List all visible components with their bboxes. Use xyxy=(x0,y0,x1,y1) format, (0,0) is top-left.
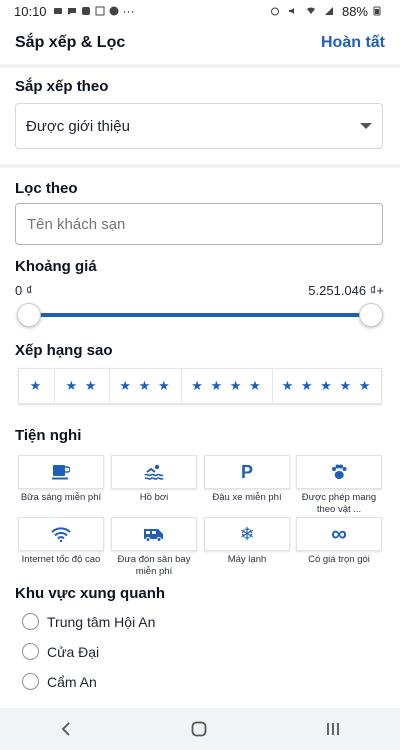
mute-icon xyxy=(288,8,294,14)
amenity-label: Hồ bơi xyxy=(139,492,169,503)
amenity-free-breakfast[interactable]: Bữa sáng miễn phí xyxy=(18,455,104,504)
parking-icon: P xyxy=(240,461,253,482)
amenity-air-conditioning[interactable]: ❄ Máy lạnh xyxy=(204,517,290,566)
sort-section: Sắp xếp theo Được giới thiệu xyxy=(0,68,400,164)
notification-icon xyxy=(53,8,62,14)
coffee-icon xyxy=(52,465,70,480)
sort-selected-value: Được giới thiệu xyxy=(26,117,130,135)
radio-label: Cửa Đại xyxy=(47,643,100,660)
battery-icon xyxy=(373,6,381,16)
done-button[interactable]: Hoàn tất xyxy=(321,34,385,52)
area-option-cam-an[interactable]: Cẩm An xyxy=(22,673,97,690)
amenity-free-parking[interactable]: P Đậu xe miễn phí xyxy=(204,455,290,504)
area-option-cua-dai[interactable]: Cửa Đại xyxy=(22,643,99,660)
sort-dropdown[interactable]: Được giới thiệu xyxy=(15,103,383,149)
hotel-name-input[interactable] xyxy=(15,203,383,245)
chevron-down-icon xyxy=(360,123,372,129)
area-title: Khu vực xung quanh xyxy=(15,585,166,602)
star-option-2[interactable]: ★ ★ xyxy=(55,369,110,403)
radio-button[interactable] xyxy=(22,643,39,660)
star-rating-options: ★ ★ ★ ★ ★ ★ ★ ★ ★ ★ ★ ★ ★ ★ ★ xyxy=(18,368,382,404)
price-title: Khoảng giá xyxy=(15,258,97,275)
amenities-title: Tiện nghi xyxy=(15,427,82,444)
price-slider-track[interactable] xyxy=(28,313,372,317)
amenity-all-inclusive[interactable]: ∞ Có giá trọn gói xyxy=(296,517,382,566)
more-notifications-icon: ··· xyxy=(122,4,135,18)
signal-icon xyxy=(324,7,333,15)
radio-label: Cẩm An xyxy=(47,673,97,690)
radio-button[interactable] xyxy=(22,613,39,630)
wifi-icon xyxy=(51,527,71,542)
home-icon[interactable] xyxy=(191,721,207,737)
radio-label: Trung tâm Hội An xyxy=(47,613,156,630)
amenity-pets-allowed[interactable]: Được phép mang theo vật ... xyxy=(296,455,382,516)
system-nav-bar xyxy=(0,708,400,750)
amenity-label: Có giá trọn gói xyxy=(308,554,370,565)
amenity-label: Bữa sáng miễn phí xyxy=(20,492,102,503)
pool-icon xyxy=(144,464,164,480)
status-time: 10:10 xyxy=(14,3,47,19)
filter-section: Lọc theo Khoảng giá 0 ₫ 5.251.046 ₫+ Xếp… xyxy=(0,168,400,708)
back-icon[interactable] xyxy=(59,722,73,736)
battery-percent: 88% xyxy=(341,3,368,19)
amenity-pool[interactable]: Hồ bơi xyxy=(111,455,197,504)
message-icon xyxy=(67,8,76,15)
sort-title: Sắp xếp theo xyxy=(15,78,109,95)
paw-icon xyxy=(332,464,347,479)
price-max-label: 5.251.046 ₫+ xyxy=(308,283,384,298)
snowflake-icon: ❄ xyxy=(239,524,255,544)
status-bar: 10:10 ··· 88% xyxy=(0,0,400,22)
facebook-icon xyxy=(109,6,119,16)
star-option-1[interactable]: ★ xyxy=(19,369,55,403)
amenity-airport-shuttle[interactable]: Đưa đón sân bay miễn phí xyxy=(111,517,197,578)
amenity-high-speed-internet[interactable]: Internet tốc độ cao xyxy=(18,517,104,566)
area-option-hoi-an-center[interactable]: Trung tâm Hội An xyxy=(22,613,155,630)
star-rating-title: Xếp hạng sao xyxy=(15,342,113,359)
shuttle-icon xyxy=(144,528,163,542)
amenity-label: Máy lạnh xyxy=(227,554,267,565)
top-bar: Sắp xếp & Lọc Hoàn tất xyxy=(0,22,400,64)
star-option-4[interactable]: ★ ★ ★ ★ xyxy=(182,369,273,403)
star-option-3[interactable]: ★ ★ ★ xyxy=(110,369,182,403)
amenity-label: Được phép mang theo vật ... xyxy=(301,492,377,515)
wifi-status-icon xyxy=(306,7,315,14)
page-title: Sắp xếp & Lọc xyxy=(15,34,126,51)
recent-apps-icon[interactable] xyxy=(325,722,341,736)
amenity-label: Internet tốc độ cao xyxy=(21,554,101,565)
star-option-5[interactable]: ★ ★ ★ ★ ★ xyxy=(273,369,381,403)
filter-title: Lọc theo xyxy=(15,180,78,197)
alarm-icon xyxy=(270,7,279,16)
price-min-label: 0 ₫ xyxy=(15,283,33,298)
amenity-label: Đưa đón sân bay miễn phí xyxy=(117,554,191,577)
amenity-label: Đậu xe miễn phí xyxy=(212,492,282,503)
price-max-handle[interactable] xyxy=(359,303,383,327)
infinity-icon: ∞ xyxy=(331,521,347,546)
price-min-handle[interactable] xyxy=(17,303,41,327)
radio-button[interactable] xyxy=(22,673,39,690)
gallery-icon xyxy=(95,6,105,16)
app-icon xyxy=(81,7,90,15)
